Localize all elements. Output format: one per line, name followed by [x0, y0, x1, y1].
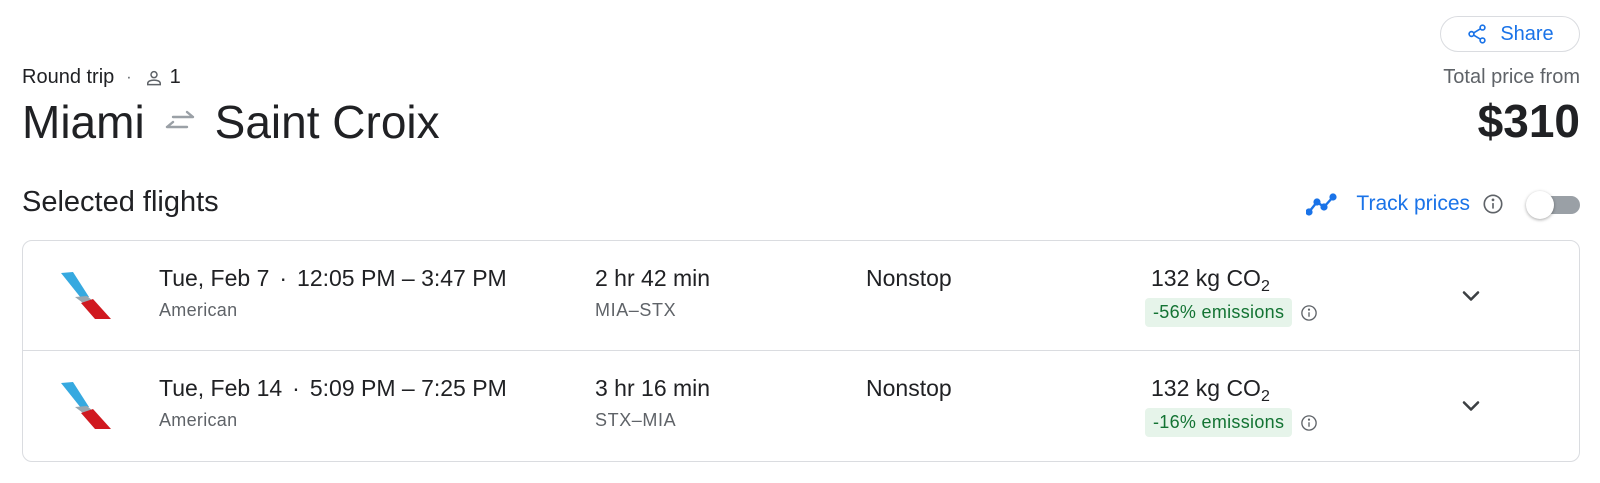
stops: Nonstop — [866, 265, 952, 291]
route-title: Miami Saint Croix — [22, 96, 440, 148]
route-codes: STX–MIA — [595, 410, 677, 430]
flight-duration: 3 hr 16 min — [595, 375, 711, 401]
info-icon[interactable] — [1482, 193, 1504, 215]
flight-date: Tue, Feb 14 — [159, 375, 283, 401]
flight-row-return[interactable]: Tue, Feb 14 · 5:09 PM – 7:25 PM American 3… — [23, 351, 1579, 461]
american-airlines-logo — [61, 382, 111, 429]
track-prices-toggle[interactable] — [1526, 191, 1580, 219]
share-button[interactable]: Share — [1440, 16, 1580, 52]
total-price: $310 — [1477, 95, 1580, 147]
emissions-badge: -56% emissions — [1145, 298, 1293, 327]
passenger-count: 1 — [169, 66, 181, 88]
track-prices-label[interactable]: Track prices — [1356, 192, 1470, 216]
route-codes: MIA–STX — [595, 300, 677, 320]
chevron-down-icon[interactable] — [1457, 392, 1485, 420]
selected-flights-heading: Selected flights — [22, 186, 219, 218]
share-icon — [1468, 24, 1487, 44]
flight-times: 5:09 PM – 7:25 PM — [309, 375, 507, 401]
chevron-down-icon[interactable] — [1457, 282, 1485, 310]
american-airlines-logo — [61, 272, 111, 319]
flight-times: 12:05 PM – 3:47 PM — [297, 265, 507, 291]
origin-city: Miami — [22, 96, 145, 148]
toggle-knob — [1526, 191, 1554, 219]
trend-line-icon — [1306, 193, 1338, 216]
flight-row-outbound[interactable]: Tue, Feb 7 · 12:05 PM – 3:47 PM American 2… — [23, 241, 1579, 351]
track-prices-control: Track prices — [1306, 184, 1580, 224]
stops: Nonstop — [866, 375, 952, 401]
share-label: Share — [1500, 22, 1554, 45]
meta-separator: · — [126, 68, 132, 86]
co2-value: 132 kg CO2 — [1151, 265, 1270, 295]
flights-card: Tue, Feb 7 · 12:05 PM – 3:47 PM American 2… — [22, 240, 1580, 462]
airline-name: American — [159, 410, 238, 430]
emissions-badge: -16% emissions — [1145, 408, 1293, 437]
destination-city: Saint Croix — [214, 96, 440, 148]
airline-name: American — [159, 300, 238, 320]
trip-type: Round trip — [22, 66, 115, 88]
price-label: Total price from — [1443, 66, 1580, 88]
flight-date: Tue, Feb 7 — [159, 265, 270, 291]
trip-meta: Round trip · 1 — [22, 66, 181, 89]
co2-value: 132 kg CO2 — [1151, 375, 1270, 405]
swap-arrows-icon — [165, 110, 194, 129]
person-icon — [146, 70, 161, 85]
flight-duration: 2 hr 42 min — [595, 265, 711, 291]
info-icon[interactable] — [1300, 414, 1318, 432]
info-icon[interactable] — [1300, 304, 1318, 322]
